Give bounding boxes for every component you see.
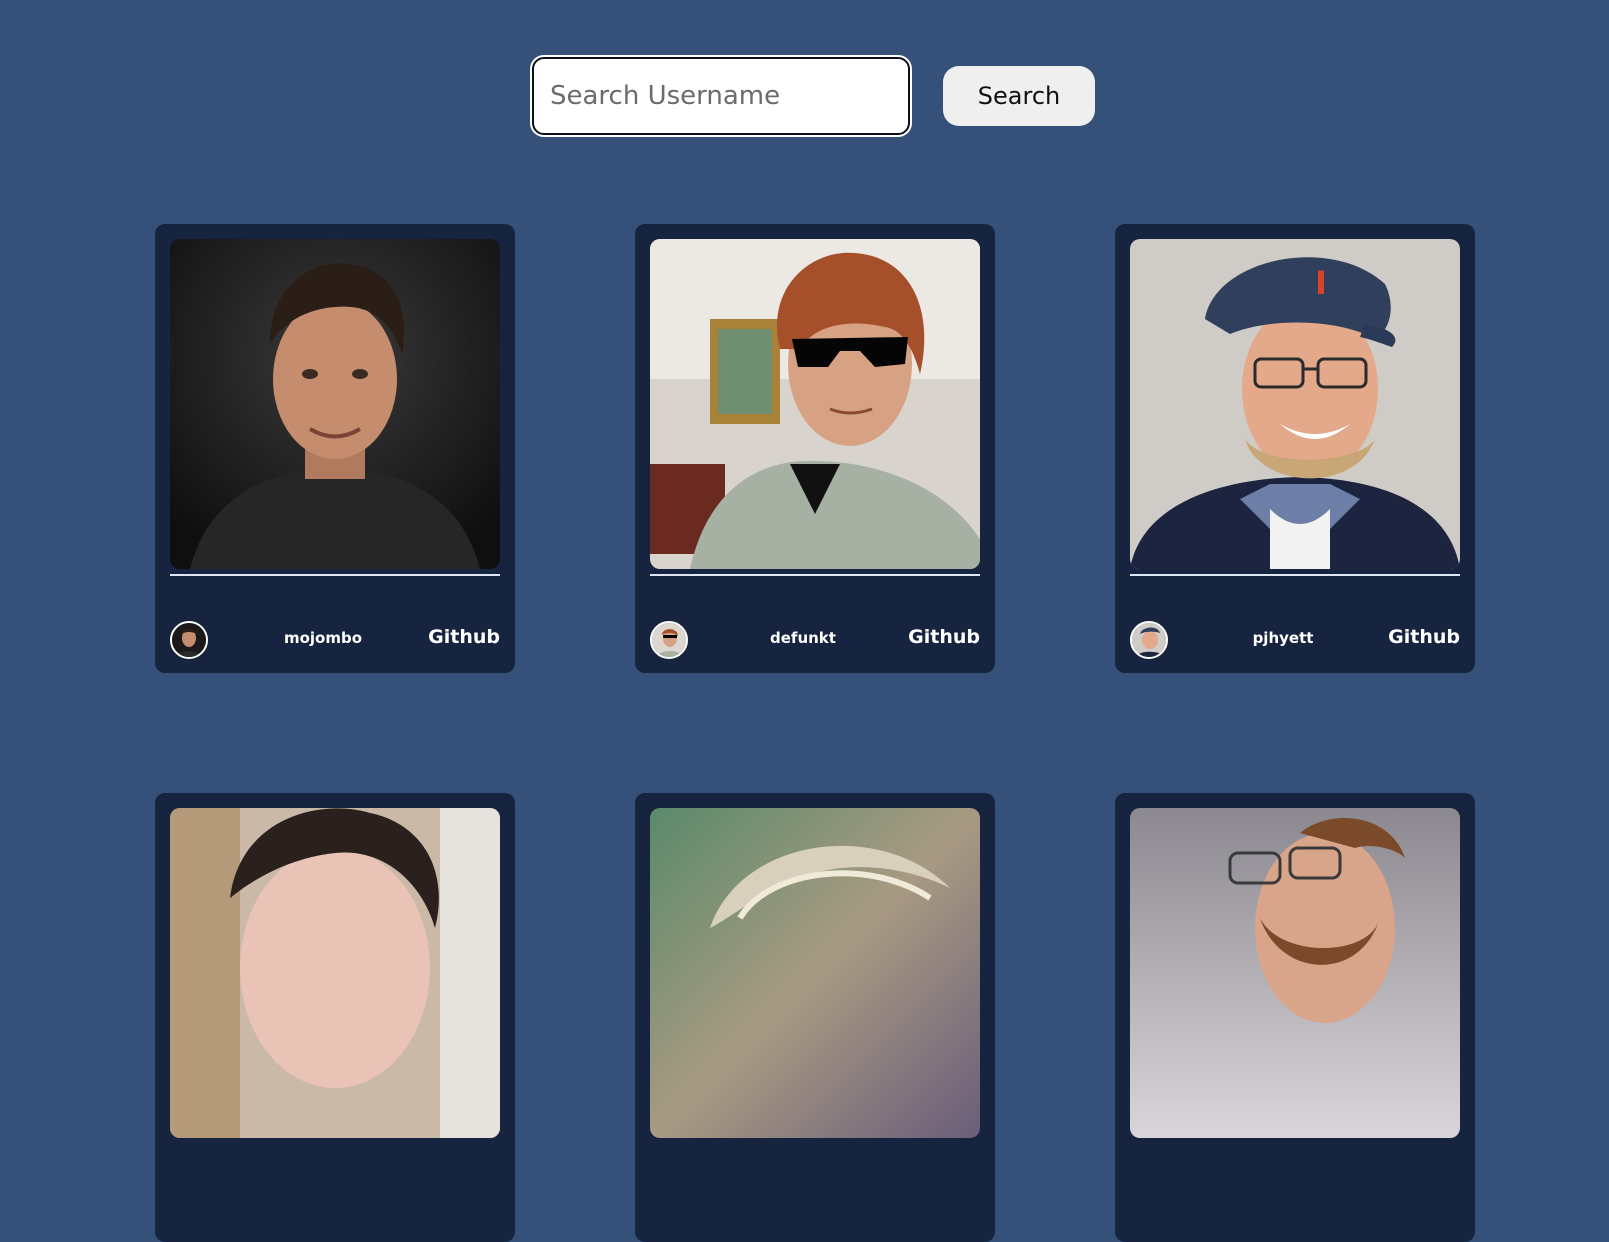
search-input[interactable]: [530, 55, 912, 137]
github-link[interactable]: Github: [428, 626, 500, 648]
svg-text:I: I: [1315, 264, 1327, 302]
card-divider: [170, 574, 500, 576]
user-photo: [650, 239, 980, 569]
user-card: [635, 793, 995, 1242]
user-photo: [170, 808, 500, 1138]
user-card: [155, 793, 515, 1242]
user-photo: [650, 808, 980, 1138]
user-card: defunkt Github: [635, 224, 995, 673]
github-link[interactable]: Github: [908, 626, 980, 648]
user-photo: [170, 239, 500, 569]
search-button[interactable]: Search: [943, 66, 1095, 126]
user-card: [1115, 793, 1475, 1242]
github-link[interactable]: Github: [1388, 626, 1460, 648]
user-photo: I: [1130, 239, 1460, 569]
user-card: mojombo Github: [155, 224, 515, 673]
card-footer: mojombo Github: [170, 621, 500, 659]
card-footer: pjhyett Github: [1130, 621, 1460, 659]
card-divider: [1130, 574, 1460, 576]
user-photo: [1130, 808, 1460, 1138]
card-footer: defunkt Github: [650, 621, 980, 659]
user-card: I pjhyett Github: [1115, 224, 1475, 673]
card-divider: [650, 574, 980, 576]
search-bar: Search: [530, 55, 1095, 137]
